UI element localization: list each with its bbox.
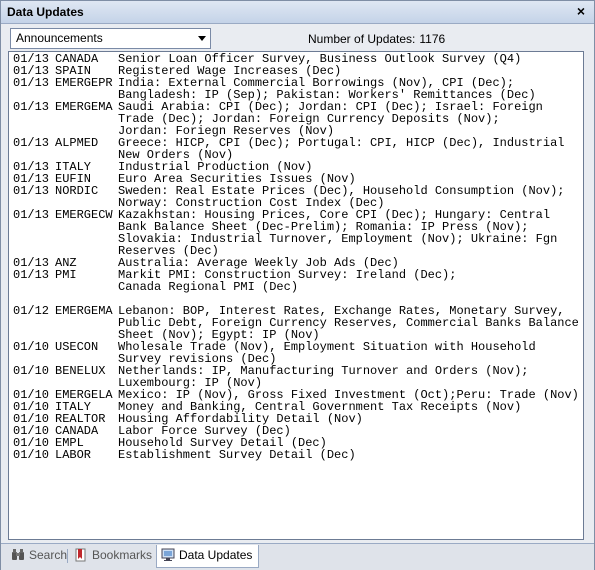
tab-bookmarks-label: Bookmarks xyxy=(92,548,153,562)
binoculars-icon xyxy=(12,549,24,560)
update-source: NORDIC xyxy=(55,184,99,198)
update-date: 01/13 xyxy=(13,100,50,114)
update-count: Number of Updates: 1176 xyxy=(308,32,449,46)
tab-search-label: Search xyxy=(29,548,68,562)
tab-data-updates-label: Data Updates xyxy=(179,548,253,562)
close-icon[interactable]: × xyxy=(574,3,588,19)
title-bar: Data Updates × xyxy=(1,1,594,24)
tab-search[interactable]: Search xyxy=(7,545,73,566)
bookmark-icon xyxy=(75,548,86,562)
updates-list[interactable]: 01/13 CANADA Senior Loan Officer Survey, B… xyxy=(8,51,584,540)
update-date: 01/10 xyxy=(13,340,50,354)
tab-bookmarks[interactable]: Bookmarks xyxy=(70,545,158,566)
announcements-dropdown[interactable]: Announcements xyxy=(10,28,211,49)
update-date: 01/10 xyxy=(13,364,50,378)
update-source: EMERGEMA xyxy=(55,304,113,318)
dropdown-value: Announcements xyxy=(16,31,103,45)
update-count-label: Number of Updates: xyxy=(308,32,416,46)
update-source: USECON xyxy=(55,340,99,354)
update-date: 01/13 xyxy=(13,136,50,150)
update-date: 01/10 xyxy=(13,448,50,462)
update-source: PMI xyxy=(55,268,77,282)
update-source: EMERGECW xyxy=(55,208,113,222)
update-date: 01/13 xyxy=(13,208,50,222)
update-source: EMERGEMA xyxy=(55,100,113,114)
update-date: 01/12 xyxy=(13,304,50,318)
update-date: 01/13 xyxy=(13,76,50,90)
tab-divider xyxy=(67,549,68,563)
update-source: BENELUX xyxy=(55,364,106,378)
update-count-value: 1176 xyxy=(419,32,446,46)
update-source: ALPMED xyxy=(55,136,99,150)
update-date: 01/13 xyxy=(13,268,50,282)
update-source: EMERGEPR xyxy=(55,76,113,90)
update-date: 01/13 xyxy=(13,184,50,198)
update-description: Canada Regional PMI (Dec) xyxy=(118,280,299,294)
update-source: LABOR xyxy=(55,448,92,462)
data-updates-window: Data Updates × Announcements Number of U… xyxy=(0,0,595,570)
toolbar: Announcements Number of Updates: 1176 xyxy=(1,24,594,51)
tab-data-updates[interactable]: Data Updates xyxy=(156,545,260,568)
update-description: Establishment Survey Detail (Dec) xyxy=(118,448,356,462)
chevron-down-icon[interactable] xyxy=(198,36,206,41)
window-title: Data Updates xyxy=(7,5,84,19)
bottom-tab-bar: Search Bookmarks Data Updates xyxy=(1,543,594,570)
monitor-icon xyxy=(161,548,175,561)
